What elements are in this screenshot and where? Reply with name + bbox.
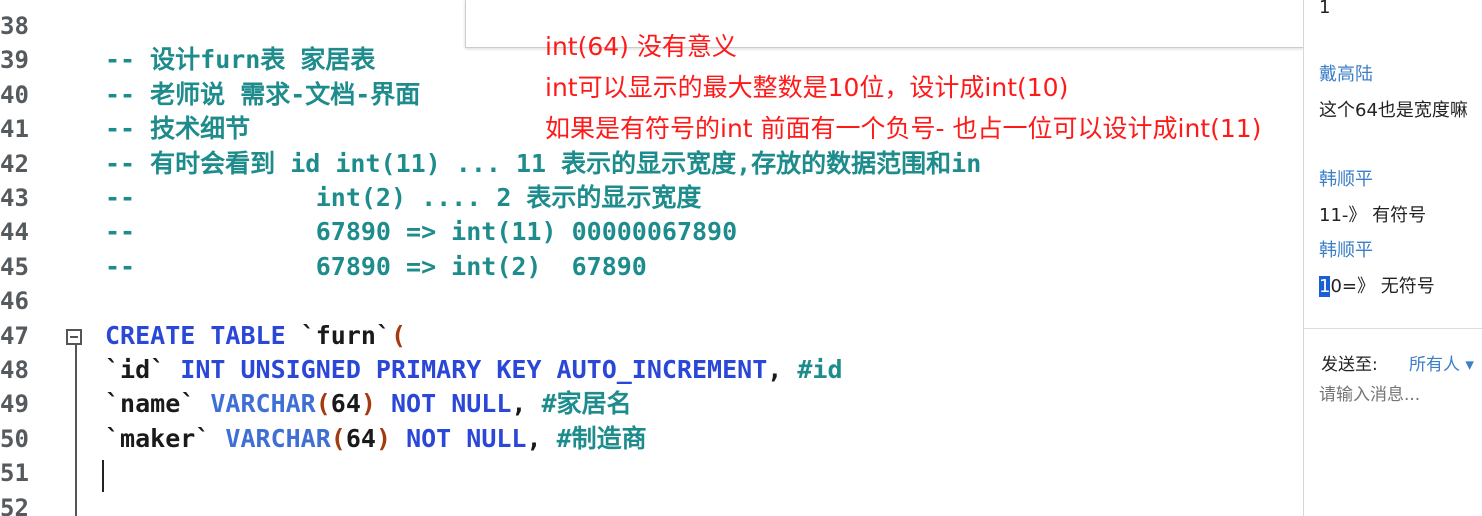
code-token: -- 有时会看到 id int(11) ... 11 表示的显示宽度,存放的数据… <box>105 148 982 178</box>
code-line[interactable]: 42 -- 有时会看到 id int(11) ... 11 表示的显示宽度,存放的… <box>0 147 1303 181</box>
code-text: -- 技术细节 <box>105 112 250 146</box>
line-number: 50 <box>0 424 29 453</box>
code-text: `maker` VARCHAR(64) NOT NULL, #制造商 <box>105 422 647 456</box>
line-number: 44 <box>0 218 29 247</box>
code-token: -- 老师说 需求-文档-界面 <box>105 79 421 109</box>
line-number: 52 <box>0 493 29 516</box>
code-line[interactable]: 43 -- int(2) .... 2 表示的显示宽度 <box>0 181 1303 215</box>
chat-message-rest: 0=》 无符号 <box>1330 276 1435 297</box>
annotation-line-2: int可以显示的最大整数是10位，设计成int(10) <box>545 73 1069 102</box>
code-token: #制造商 <box>556 423 647 453</box>
chat-message: 这个64也是宽度嘛 <box>1319 100 1468 121</box>
code-token: #家居名 <box>541 389 632 419</box>
code-token: ) <box>360 389 376 419</box>
chat-sender: 韩顺平 <box>1319 240 1373 261</box>
code-token: ( <box>315 389 331 419</box>
send-to-dropdown[interactable]: 所有人 ▾ <box>1409 350 1474 375</box>
code-text: -- 67890 => int(2) 67890 <box>105 250 647 284</box>
code-token: -- 67890 => int(2) 67890 <box>105 251 647 281</box>
line-number: 51 <box>0 459 29 488</box>
code-token: ( <box>390 320 407 350</box>
code-text: CREATE TABLE `furn`( <box>105 319 406 353</box>
code-token: VARCHAR <box>210 389 316 419</box>
code-token: , <box>511 389 542 419</box>
code-token: 64 <box>345 423 376 453</box>
line-number: 49 <box>0 390 29 419</box>
line-number: 46 <box>0 287 29 316</box>
send-to-label: 发送至: <box>1321 355 1378 375</box>
chat-top-text: 1 <box>1319 0 1331 18</box>
code-token: INT UNSIGNED PRIMARY KEY AUTO_INCREMENT <box>180 355 768 384</box>
annotation-line-1: int(64) 没有意义 <box>545 32 737 61</box>
code-token: `id` <box>105 355 181 384</box>
code-token: -- 设计furn表 家居表 <box>105 45 376 75</box>
code-token: , <box>767 355 798 384</box>
text-cursor <box>102 460 104 492</box>
chat-panel: 1 戴高陆 这个64也是宽度嘛 韩顺平 11-》 有符号 韩顺平 10=》 无符… <box>1303 0 1482 516</box>
code-token: -- int(2) .... 2 表示的显示宽度 <box>105 183 702 212</box>
code-token: VARCHAR <box>225 423 331 453</box>
code-line[interactable]: 48 `id` INT UNSIGNED PRIMARY KEY AUTO_INC… <box>0 353 1303 387</box>
line-number: 38 <box>0 12 29 40</box>
line-number: 40 <box>0 80 29 109</box>
code-text: -- 老师说 需求-文档-界面 <box>105 78 420 112</box>
code-token: 64 <box>330 389 361 419</box>
chat-sender: 戴高陆 <box>1319 64 1373 85</box>
code-line[interactable]: 51 <box>0 456 1303 490</box>
code-line[interactable]: 44 -- 67890 => int(11) 00000067890 <box>0 215 1303 249</box>
code-line[interactable]: 50 `maker` VARCHAR(64) NOT NULL, #制造商 <box>0 422 1303 456</box>
code-token: #id <box>797 355 843 384</box>
code-line[interactable]: 47 CREATE TABLE `furn`( <box>0 319 1303 353</box>
code-token: ( <box>330 423 346 453</box>
code-token: ) <box>375 423 392 453</box>
line-number: 42 <box>0 149 29 178</box>
line-number: 43 <box>0 184 29 212</box>
line-number: 45 <box>0 252 29 281</box>
line-number: 48 <box>0 356 29 384</box>
code-text: -- int(2) .... 2 表示的显示宽度 <box>105 181 701 215</box>
selected-text: 1 <box>1319 276 1331 297</box>
code-token: NOT NULL <box>375 389 512 419</box>
code-line[interactable]: 45 -- 67890 => int(2) 67890 <box>0 250 1303 284</box>
code-token: , <box>526 423 557 453</box>
chat-divider <box>1304 328 1482 329</box>
code-token: `maker` <box>105 423 226 453</box>
code-line[interactable]: 49 `name` VARCHAR(64) NOT NULL, #家居名 <box>0 387 1303 421</box>
code-token: NOT NULL <box>391 423 527 453</box>
code-token: `furn` <box>300 320 391 350</box>
code-text: -- 有时会看到 id int(11) ... 11 表示的显示宽度,存放的数据… <box>105 147 981 181</box>
code-text: -- 设计furn表 家居表 <box>105 43 375 77</box>
chat-message: 11-》 有符号 <box>1319 205 1427 226</box>
chat-input[interactable] <box>1319 385 1479 405</box>
chat-message: 10=》 无符号 <box>1319 272 1435 298</box>
code-line[interactable]: 52 <box>0 491 1303 516</box>
code-token: CREATE TABLE <box>105 320 301 350</box>
fold-guide <box>75 340 77 516</box>
annotation-line-3: 如果是有符号的int 前面有一个负号- 也占一位可以设计成int(11) <box>545 114 1262 143</box>
code-text: `name` VARCHAR(64) NOT NULL, #家居名 <box>105 387 632 421</box>
fold-toggle-icon[interactable] <box>66 329 82 345</box>
code-text: -- 67890 => int(11) 00000067890 <box>105 215 737 249</box>
code-text: `id` INT UNSIGNED PRIMARY KEY AUTO_INCRE… <box>105 353 843 387</box>
chat-sender: 韩顺平 <box>1319 169 1373 190</box>
code-token: -- 技术细节 <box>105 114 251 144</box>
line-number: 39 <box>0 46 29 75</box>
code-line[interactable]: 46 <box>0 284 1303 318</box>
line-number: 41 <box>0 115 29 144</box>
line-number: 47 <box>0 321 29 350</box>
code-token: `name` <box>105 389 211 419</box>
code-token: -- 67890 => int(11) 00000067890 <box>105 217 738 247</box>
